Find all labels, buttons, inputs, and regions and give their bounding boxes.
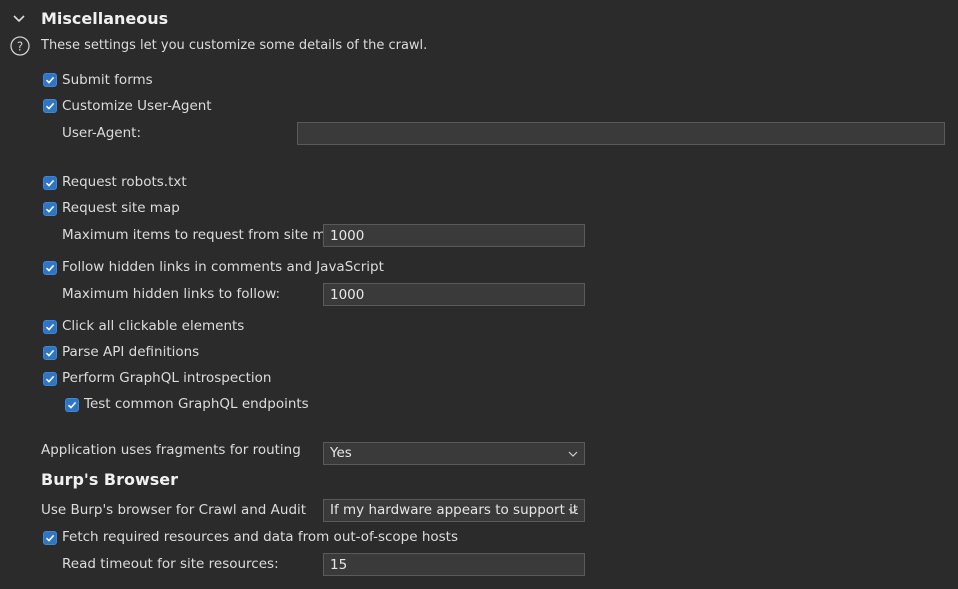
use-browser-select[interactable]: If my hardware appears to support it <box>323 499 585 522</box>
user-agent-input[interactable] <box>297 122 945 145</box>
chevron-down-icon <box>568 508 578 514</box>
request-site-map-label: Request site map <box>62 200 180 216</box>
user-agent-label: User-Agent: <box>62 125 141 141</box>
fetch-resources-label: Fetch required resources and data from o… <box>62 529 458 545</box>
graphql-endpoints-label: Test common GraphQL endpoints <box>84 396 309 412</box>
svg-text:?: ? <box>17 40 23 54</box>
follow-hidden-links-label: Follow hidden links in comments and Java… <box>62 259 384 275</box>
parse-api-definitions-checkbox[interactable] <box>43 346 57 360</box>
graphql-endpoints-checkbox[interactable] <box>65 398 79 412</box>
check-icon <box>45 264 55 272</box>
follow-hidden-links-checkbox[interactable] <box>43 261 57 275</box>
parse-api-definitions-label: Parse API definitions <box>62 344 200 360</box>
section-title-burps-browser: Burp's Browser <box>41 470 179 489</box>
fragments-routing-select[interactable]: Yes <box>323 442 585 465</box>
use-browser-label: Use Burp's browser for Crawl and Audit <box>41 502 307 518</box>
check-icon <box>45 349 55 357</box>
read-timeout-label: Read timeout for site resources: <box>62 556 279 572</box>
check-icon <box>45 205 55 213</box>
check-icon <box>45 375 55 383</box>
max-hidden-links-input[interactable] <box>323 283 585 306</box>
check-icon <box>45 102 55 110</box>
customize-user-agent-label: Customize User-Agent <box>62 98 212 114</box>
max-sitemap-items-label: Maximum items to request from site map: <box>62 227 348 243</box>
request-robots-label: Request robots.txt <box>62 174 187 190</box>
help-icon[interactable]: ? <box>10 36 30 56</box>
fetch-resources-checkbox[interactable] <box>43 531 57 545</box>
check-icon <box>45 534 55 542</box>
fragments-routing-value: Yes <box>330 445 352 461</box>
customize-user-agent-checkbox[interactable] <box>43 99 57 113</box>
submit-forms-label: Submit forms <box>62 72 153 88</box>
read-timeout-input[interactable] <box>323 553 585 576</box>
chevron-down-icon <box>568 451 578 457</box>
click-clickable-elements-label: Click all clickable elements <box>62 318 245 334</box>
check-icon <box>67 401 77 409</box>
collapse-chevron-icon[interactable] <box>11 11 27 27</box>
section-description: These settings let you customize some de… <box>41 38 428 53</box>
request-robots-checkbox[interactable] <box>43 176 57 190</box>
graphql-introspection-checkbox[interactable] <box>43 372 57 386</box>
use-browser-value: If my hardware appears to support it <box>330 502 579 518</box>
check-icon <box>45 76 55 84</box>
check-icon <box>45 179 55 187</box>
max-hidden-links-label: Maximum hidden links to follow: <box>62 286 281 302</box>
request-site-map-checkbox[interactable] <box>43 202 57 216</box>
submit-forms-checkbox[interactable] <box>43 73 57 87</box>
check-icon <box>45 323 55 331</box>
graphql-introspection-label: Perform GraphQL introspection <box>62 370 272 386</box>
max-sitemap-items-input[interactable] <box>323 224 585 247</box>
click-clickable-elements-checkbox[interactable] <box>43 320 57 334</box>
section-title-miscellaneous: Miscellaneous <box>41 9 169 28</box>
fragments-routing-label: Application uses fragments for routing <box>41 442 301 458</box>
